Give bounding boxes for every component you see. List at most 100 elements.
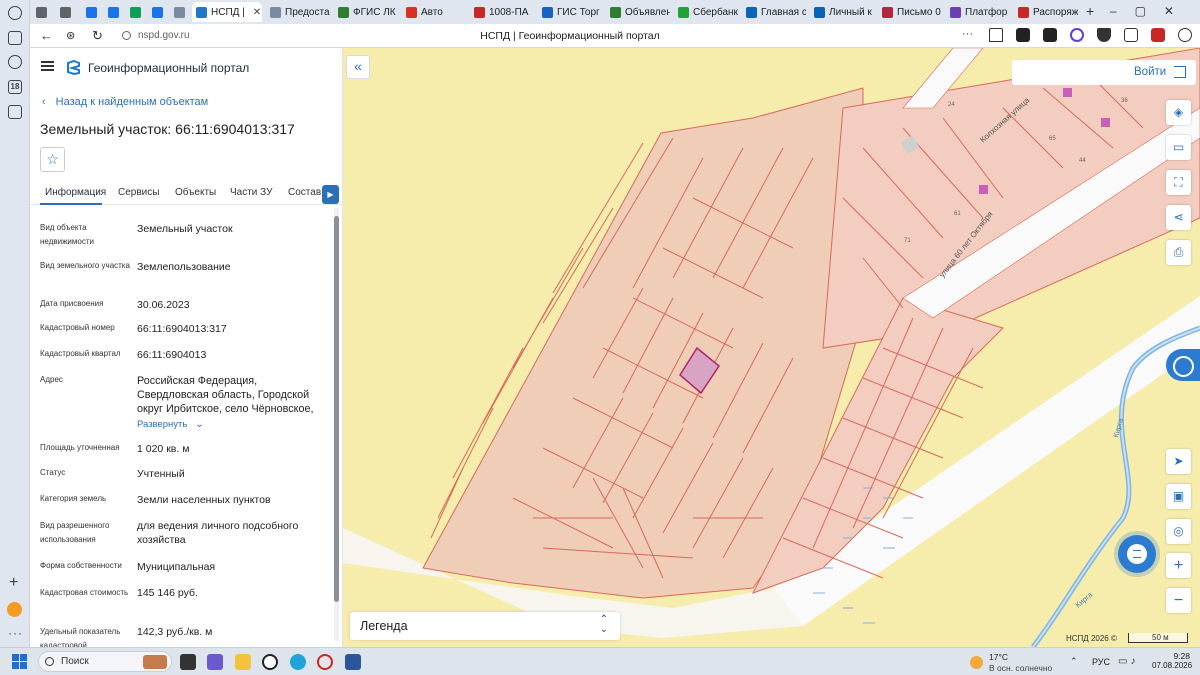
coin-icon[interactable] <box>7 602 22 617</box>
tray-chevron-icon[interactable]: ⌃ <box>1070 656 1078 667</box>
extension-icon[interactable] <box>1043 28 1057 42</box>
collapse-panel-icon[interactable]: « <box>346 55 370 79</box>
clock[interactable]: 9:28 07.08.2026 <box>1152 651 1192 670</box>
expand-address-link[interactable]: Развернуть <box>137 419 204 430</box>
add-icon[interactable]: + <box>9 575 18 591</box>
panel-scrollbar-thumb[interactable] <box>334 216 339 602</box>
browser-tab[interactable]: 1008-ПА <box>470 2 534 22</box>
tab-favicon-icon <box>950 6 961 18</box>
tabs-scroll-right-icon[interactable]: ▶ <box>322 185 339 204</box>
extension-icon[interactable] <box>1016 28 1030 42</box>
tab-parts[interactable]: Части ЗУ <box>230 187 272 198</box>
browser-tab[interactable] <box>82 2 100 22</box>
browser-tab[interactable]: Главная с <box>742 2 806 22</box>
tab-favicon-icon <box>174 6 185 18</box>
edge-icon[interactable] <box>290 654 306 670</box>
browser-sidebar: 18 + ··· <box>0 0 30 647</box>
property-key: Кадастровый квартал <box>40 349 121 358</box>
tray-icons[interactable]: ▭♪ <box>1118 656 1138 667</box>
layers-icon[interactable]: ◈ <box>1166 100 1191 125</box>
login-button[interactable]: Войти <box>1012 60 1196 85</box>
assistant-icon[interactable] <box>1166 349 1200 381</box>
select-area-icon[interactable]: ⛶ <box>1166 170 1191 195</box>
browser-tab[interactable] <box>104 2 122 22</box>
tab-objects[interactable]: Объекты <box>175 187 216 198</box>
bookmark-icon[interactable] <box>989 28 1003 42</box>
back-link[interactable]: ‹ Назад к найденным объектам <box>42 96 208 108</box>
language-indicator[interactable]: РУС <box>1092 657 1110 667</box>
windows-start-icon[interactable] <box>12 654 27 669</box>
media-icon[interactable] <box>8 55 22 69</box>
tab-info[interactable]: Информация <box>45 187 106 198</box>
locate-icon[interactable]: ➤ <box>1166 449 1191 474</box>
more-menu-icon[interactable]: ··· <box>962 28 976 42</box>
browser-tab[interactable]: ФГИС ЛК <box>334 2 398 22</box>
extension-icon[interactable] <box>1151 28 1165 42</box>
site-info-icon[interactable] <box>122 31 131 40</box>
legend-dropdown[interactable]: Легенда ⌃ ⌄ <box>350 612 620 640</box>
extension-icon[interactable] <box>1124 28 1138 42</box>
browser-tab[interactable]: Платфор <box>946 2 1010 22</box>
protect-icon[interactable]: ⊛ <box>66 28 75 44</box>
calendar-icon[interactable]: 18 <box>8 80 22 94</box>
geolocation-icon[interactable]: ◎ <box>1166 519 1191 544</box>
chat-icon[interactable] <box>1118 535 1156 573</box>
screenshot-icon[interactable] <box>8 105 22 119</box>
search-icon <box>45 657 54 666</box>
zoom-out-icon[interactable]: − <box>1166 588 1191 613</box>
browser-tab[interactable] <box>56 2 78 22</box>
house-number: 44 <box>1079 158 1086 164</box>
back-link-label: Назад к найденным объектам <box>55 96 209 108</box>
zoom-in-icon[interactable]: + <box>1166 553 1191 578</box>
yandex-browser-icon[interactable] <box>262 654 278 670</box>
back-arrow-icon[interactable]: ← <box>40 28 53 44</box>
property-row: Кадастровый номер 66:11:6904013:317 <box>40 321 330 337</box>
collections-icon[interactable] <box>8 31 22 45</box>
new-tab-icon[interactable]: + <box>1086 3 1094 19</box>
url-field[interactable]: nspd.gov.ru <box>138 30 190 41</box>
property-key: Площадь уточненная <box>40 443 120 452</box>
tab-services[interactable]: Сервисы <box>118 187 159 198</box>
clock-time: 9:28 <box>1173 651 1190 661</box>
minimap-icon[interactable]: ▣ <box>1166 484 1191 509</box>
tab-label: ГИС Торг <box>557 6 600 18</box>
map-svg[interactable]: улица 60 лет Октября Колхозная улица Кир… <box>343 48 1200 647</box>
app-icon[interactable] <box>317 654 333 670</box>
browser-tab[interactable]: Личный к <box>810 2 874 22</box>
tab-composition[interactable]: Состав <box>288 187 321 198</box>
browser-tab[interactable]: Сбербанк <box>674 2 738 22</box>
menu-icon[interactable] <box>41 61 54 71</box>
map-canvas[interactable]: улица 60 лет Октября Колхозная улица Кир… <box>343 48 1200 647</box>
extension-icon[interactable] <box>1070 28 1084 42</box>
taskbar-search[interactable]: Поиск <box>38 651 172 672</box>
browser-tab[interactable]: Распоряж <box>1014 2 1078 22</box>
close-tab-icon[interactable]: ✕ <box>253 7 261 18</box>
extension-icon[interactable] <box>1097 28 1111 42</box>
browser-tab[interactable]: НСПД | ✕ <box>192 2 262 22</box>
task-view-icon[interactable] <box>180 654 196 670</box>
property-key: Вид объекта недвижимости <box>40 223 94 246</box>
browser-tab[interactable]: Авто <box>402 2 466 22</box>
browser-tab[interactable]: Предоста <box>266 2 330 22</box>
history-icon[interactable] <box>8 6 22 20</box>
browser-tab[interactable] <box>126 2 144 22</box>
reload-icon[interactable]: ↻ <box>92 28 103 44</box>
browser-tab[interactable]: Объявлен <box>606 2 670 22</box>
file-explorer-icon[interactable] <box>235 654 251 670</box>
browser-tab[interactable]: Письмо 0 <box>878 2 942 22</box>
print-icon[interactable]: ⎙ <box>1166 240 1191 265</box>
word-icon[interactable] <box>345 654 361 670</box>
browser-tab[interactable] <box>32 2 52 22</box>
house-number: 61 <box>954 211 961 217</box>
browser-tab[interactable]: ГИС Торг <box>538 2 602 22</box>
more-icon[interactable]: ··· <box>8 626 23 640</box>
ruler-icon[interactable]: ▭ <box>1166 135 1191 160</box>
browser-tab[interactable] <box>170 2 188 22</box>
property-value: 1 020 кв. м <box>137 443 190 455</box>
window-controls[interactable]: –▢✕ <box>1110 4 1192 18</box>
profile-icon[interactable] <box>1178 28 1192 42</box>
favorite-star-icon[interactable]: ☆ <box>40 147 65 172</box>
teams-icon[interactable] <box>207 654 223 670</box>
share-icon[interactable]: ⋖ <box>1166 205 1191 230</box>
browser-tab[interactable] <box>148 2 166 22</box>
